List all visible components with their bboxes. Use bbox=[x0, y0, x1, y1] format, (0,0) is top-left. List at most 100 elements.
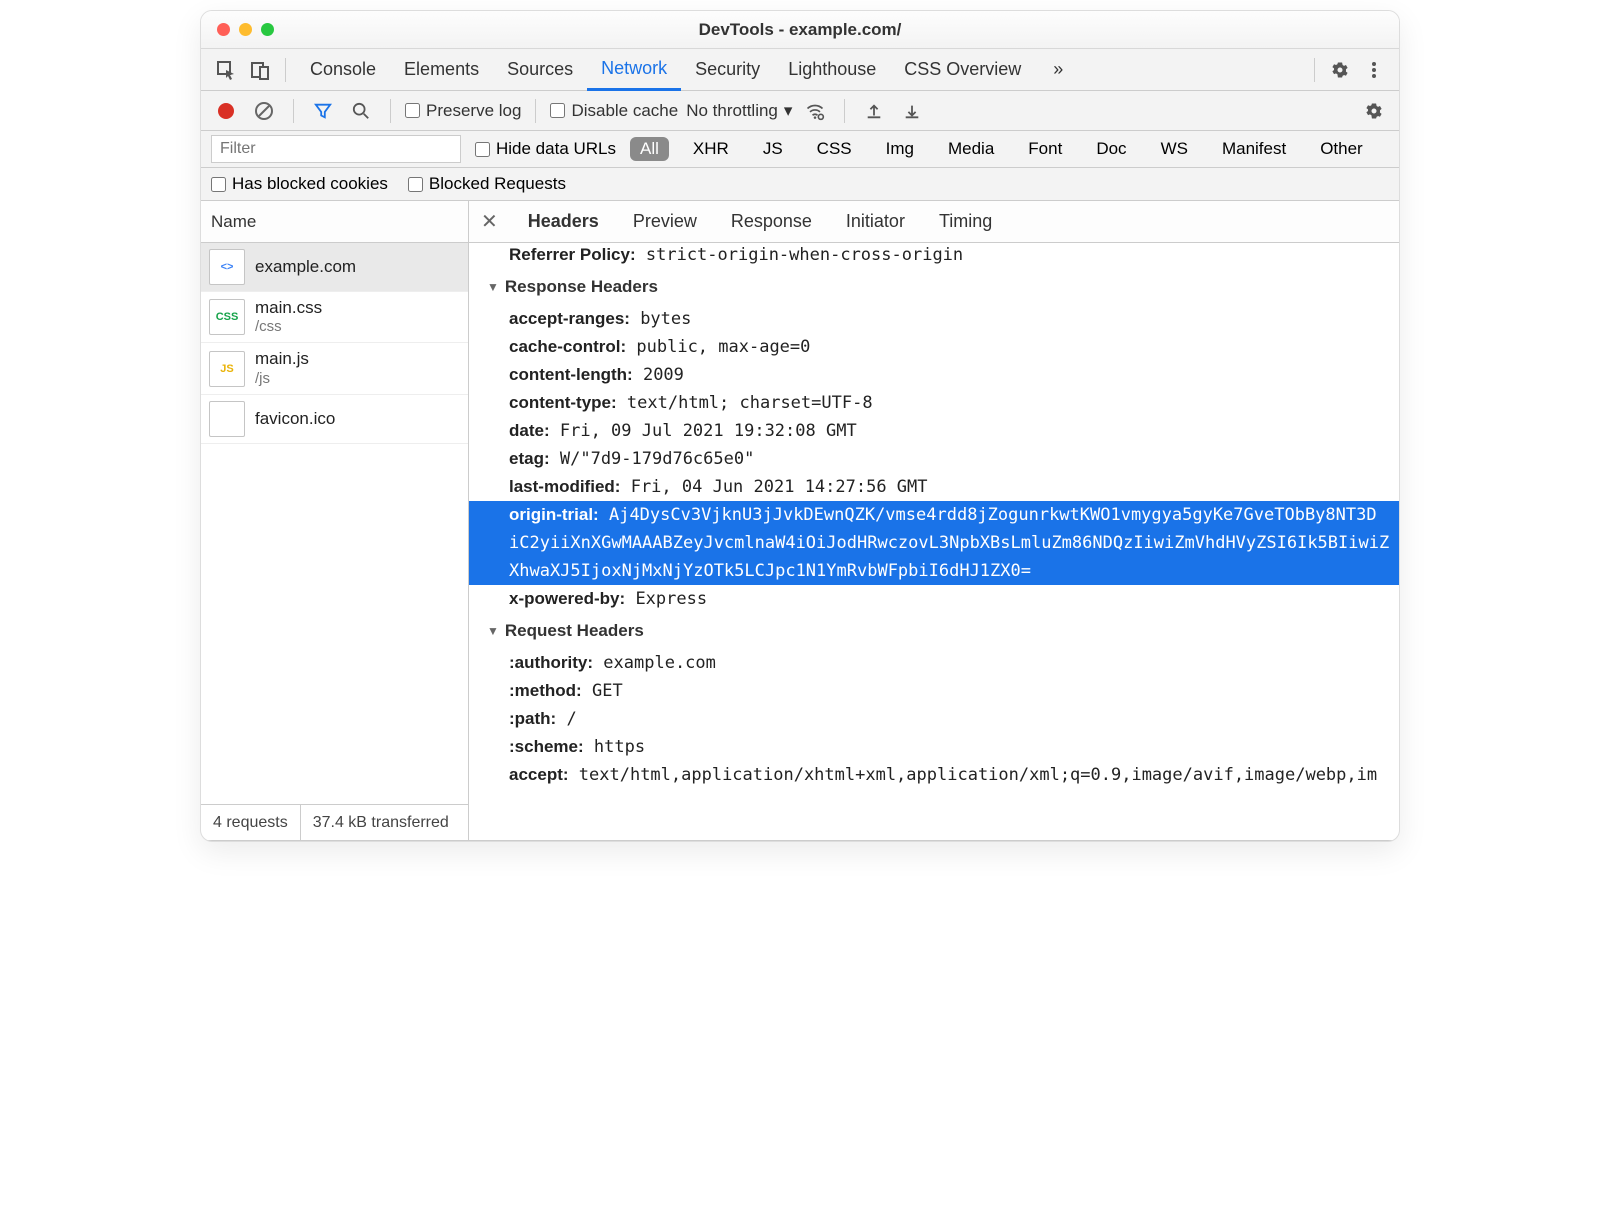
search-icon[interactable] bbox=[346, 96, 376, 126]
devtools-window: DevTools - example.com/ ConsoleElementsS… bbox=[200, 10, 1400, 842]
tab-network[interactable]: Network bbox=[587, 49, 681, 91]
filter-type-doc[interactable]: Doc bbox=[1086, 137, 1136, 161]
header-row-highlighted[interactable]: origin-trial: Aj4DysCv3VjknU3jJvkDEwnQZK… bbox=[469, 501, 1399, 585]
record-button[interactable] bbox=[211, 96, 241, 126]
header-key: etag: bbox=[509, 449, 550, 468]
separator bbox=[1314, 58, 1315, 82]
header-row: :path: / bbox=[469, 705, 1399, 733]
status-requests: 4 requests bbox=[201, 805, 301, 840]
detail-tab-initiator[interactable]: Initiator bbox=[844, 203, 907, 240]
preserve-log-checkbox[interactable]: Preserve log bbox=[405, 101, 521, 121]
header-value: example.com bbox=[603, 653, 716, 673]
maximize-window-button[interactable] bbox=[261, 23, 274, 36]
preserve-log-label: Preserve log bbox=[426, 101, 521, 121]
request-name: favicon.ico bbox=[255, 409, 335, 429]
separator bbox=[844, 99, 845, 123]
close-detail-icon[interactable]: ✕ bbox=[481, 209, 498, 234]
request-path: /css bbox=[255, 318, 322, 336]
blocked-requests-checkbox[interactable]: Blocked Requests bbox=[408, 174, 566, 194]
file-type-icon: <> bbox=[209, 249, 245, 285]
close-window-button[interactable] bbox=[217, 23, 230, 36]
panel-tab-bar: ConsoleElementsSourcesNetworkSecurityLig… bbox=[201, 49, 1399, 91]
tab-elements[interactable]: Elements bbox=[390, 49, 493, 91]
header-value: public, max-age=0 bbox=[636, 337, 810, 357]
header-value: Fri, 04 Jun 2021 14:27:56 GMT bbox=[631, 477, 928, 497]
blocked-req-label: Blocked Requests bbox=[429, 174, 566, 194]
filter-type-js[interactable]: JS bbox=[753, 137, 793, 161]
filter-type-font[interactable]: Font bbox=[1018, 137, 1072, 161]
upload-har-icon[interactable] bbox=[859, 96, 889, 126]
filter-type-ws[interactable]: WS bbox=[1151, 137, 1198, 161]
tab-security[interactable]: Security bbox=[681, 49, 774, 91]
request-row[interactable]: CSSmain.css/css bbox=[201, 292, 468, 343]
filter-input[interactable] bbox=[211, 135, 461, 163]
filter-type-other[interactable]: Other bbox=[1310, 137, 1373, 161]
tab-console[interactable]: Console bbox=[296, 49, 390, 91]
hide-data-urls-label: Hide data URLs bbox=[496, 139, 616, 159]
device-toolbar-icon[interactable] bbox=[245, 55, 275, 85]
tab-lighthouse[interactable]: Lighthouse bbox=[774, 49, 890, 91]
throttling-select[interactable]: No throttling ▾ bbox=[686, 101, 792, 121]
request-list: <> example.com CSSmain.css/cssJSmain.js/js… bbox=[201, 243, 468, 804]
has-blocked-label: Has blocked cookies bbox=[232, 174, 388, 194]
header-row: cache-control: public, max-age=0 bbox=[469, 333, 1399, 361]
header-row: etag: W/"7d9-179d76c65e0" bbox=[469, 445, 1399, 473]
request-headers-section[interactable]: Request Headers bbox=[469, 613, 1399, 649]
detail-tab-response[interactable]: Response bbox=[729, 203, 814, 240]
detail-tab-preview[interactable]: Preview bbox=[631, 203, 699, 240]
has-blocked-cookies-checkbox[interactable]: Has blocked cookies bbox=[211, 174, 388, 194]
filter-type-media[interactable]: Media bbox=[938, 137, 1004, 161]
file-type-icon bbox=[209, 401, 245, 437]
header-key: last-modified: bbox=[509, 477, 620, 496]
detail-tab-bar: ✕ Headers Preview Response Initiator Timing bbox=[469, 201, 1399, 243]
header-value: 2009 bbox=[643, 365, 684, 385]
header-value: W/"7d9-179d76c65e0" bbox=[560, 449, 754, 469]
filter-type-img[interactable]: Img bbox=[876, 137, 924, 161]
filter-type-all[interactable]: All bbox=[630, 137, 669, 161]
header-key: origin-trial: bbox=[509, 505, 599, 524]
header-value: text/html,application/xhtml+xml,applicat… bbox=[579, 765, 1377, 785]
separator bbox=[535, 99, 536, 123]
header-row: x-powered-by: Express bbox=[469, 585, 1399, 613]
header-key: content-length: bbox=[509, 365, 633, 384]
header-row: content-type: text/html; charset=UTF-8 bbox=[469, 389, 1399, 417]
network-conditions-icon[interactable] bbox=[800, 96, 830, 126]
disable-cache-checkbox[interactable]: Disable cache bbox=[550, 101, 678, 121]
inspect-element-icon[interactable] bbox=[211, 55, 241, 85]
minimize-window-button[interactable] bbox=[239, 23, 252, 36]
name-column-header[interactable]: Name bbox=[201, 201, 468, 243]
download-har-icon[interactable] bbox=[897, 96, 927, 126]
request-name: example.com bbox=[255, 257, 356, 277]
settings-icon[interactable] bbox=[1325, 55, 1355, 85]
clear-icon[interactable] bbox=[249, 96, 279, 126]
request-path: /js bbox=[255, 370, 309, 388]
header-value: strict-origin-when-cross-origin bbox=[646, 245, 963, 265]
header-row: :method: GET bbox=[469, 677, 1399, 705]
filter-type-manifest[interactable]: Manifest bbox=[1212, 137, 1296, 161]
header-row: date: Fri, 09 Jul 2021 19:32:08 GMT bbox=[469, 417, 1399, 445]
tab-sources[interactable]: Sources bbox=[493, 49, 587, 91]
window-controls bbox=[217, 23, 274, 36]
request-row[interactable]: JSmain.js/js bbox=[201, 343, 468, 394]
hide-data-urls-checkbox[interactable]: Hide data URLs bbox=[475, 139, 616, 159]
headers-body: Referrer Policy: strict-origin-when-cros… bbox=[469, 243, 1399, 840]
header-value: Fri, 09 Jul 2021 19:32:08 GMT bbox=[560, 421, 857, 441]
request-row[interactable]: <> example.com bbox=[201, 243, 468, 292]
request-name: main.css bbox=[255, 298, 322, 318]
header-key: :scheme: bbox=[509, 737, 584, 756]
network-settings-icon[interactable] bbox=[1359, 96, 1389, 126]
tab-css-overview[interactable]: CSS Overview bbox=[890, 49, 1035, 91]
header-row: accept: text/html,application/xhtml+xml,… bbox=[469, 761, 1399, 789]
more-tabs-button[interactable]: » bbox=[1039, 49, 1077, 91]
throttling-label: No throttling bbox=[686, 101, 778, 121]
detail-tab-timing[interactable]: Timing bbox=[937, 203, 994, 240]
filter-type-css[interactable]: CSS bbox=[807, 137, 862, 161]
header-value: text/html; charset=UTF-8 bbox=[627, 393, 873, 413]
kebab-menu-icon[interactable] bbox=[1359, 55, 1389, 85]
request-row[interactable]: favicon.ico bbox=[201, 395, 468, 444]
filter-type-xhr[interactable]: XHR bbox=[683, 137, 739, 161]
detail-tab-headers[interactable]: Headers bbox=[526, 203, 601, 240]
header-value: Aj4DysCv3VjknU3jJvkDEwnQZK/vmse4rdd8jZog… bbox=[609, 505, 1377, 525]
response-headers-section[interactable]: Response Headers bbox=[469, 269, 1399, 305]
filter-icon[interactable] bbox=[308, 96, 338, 126]
